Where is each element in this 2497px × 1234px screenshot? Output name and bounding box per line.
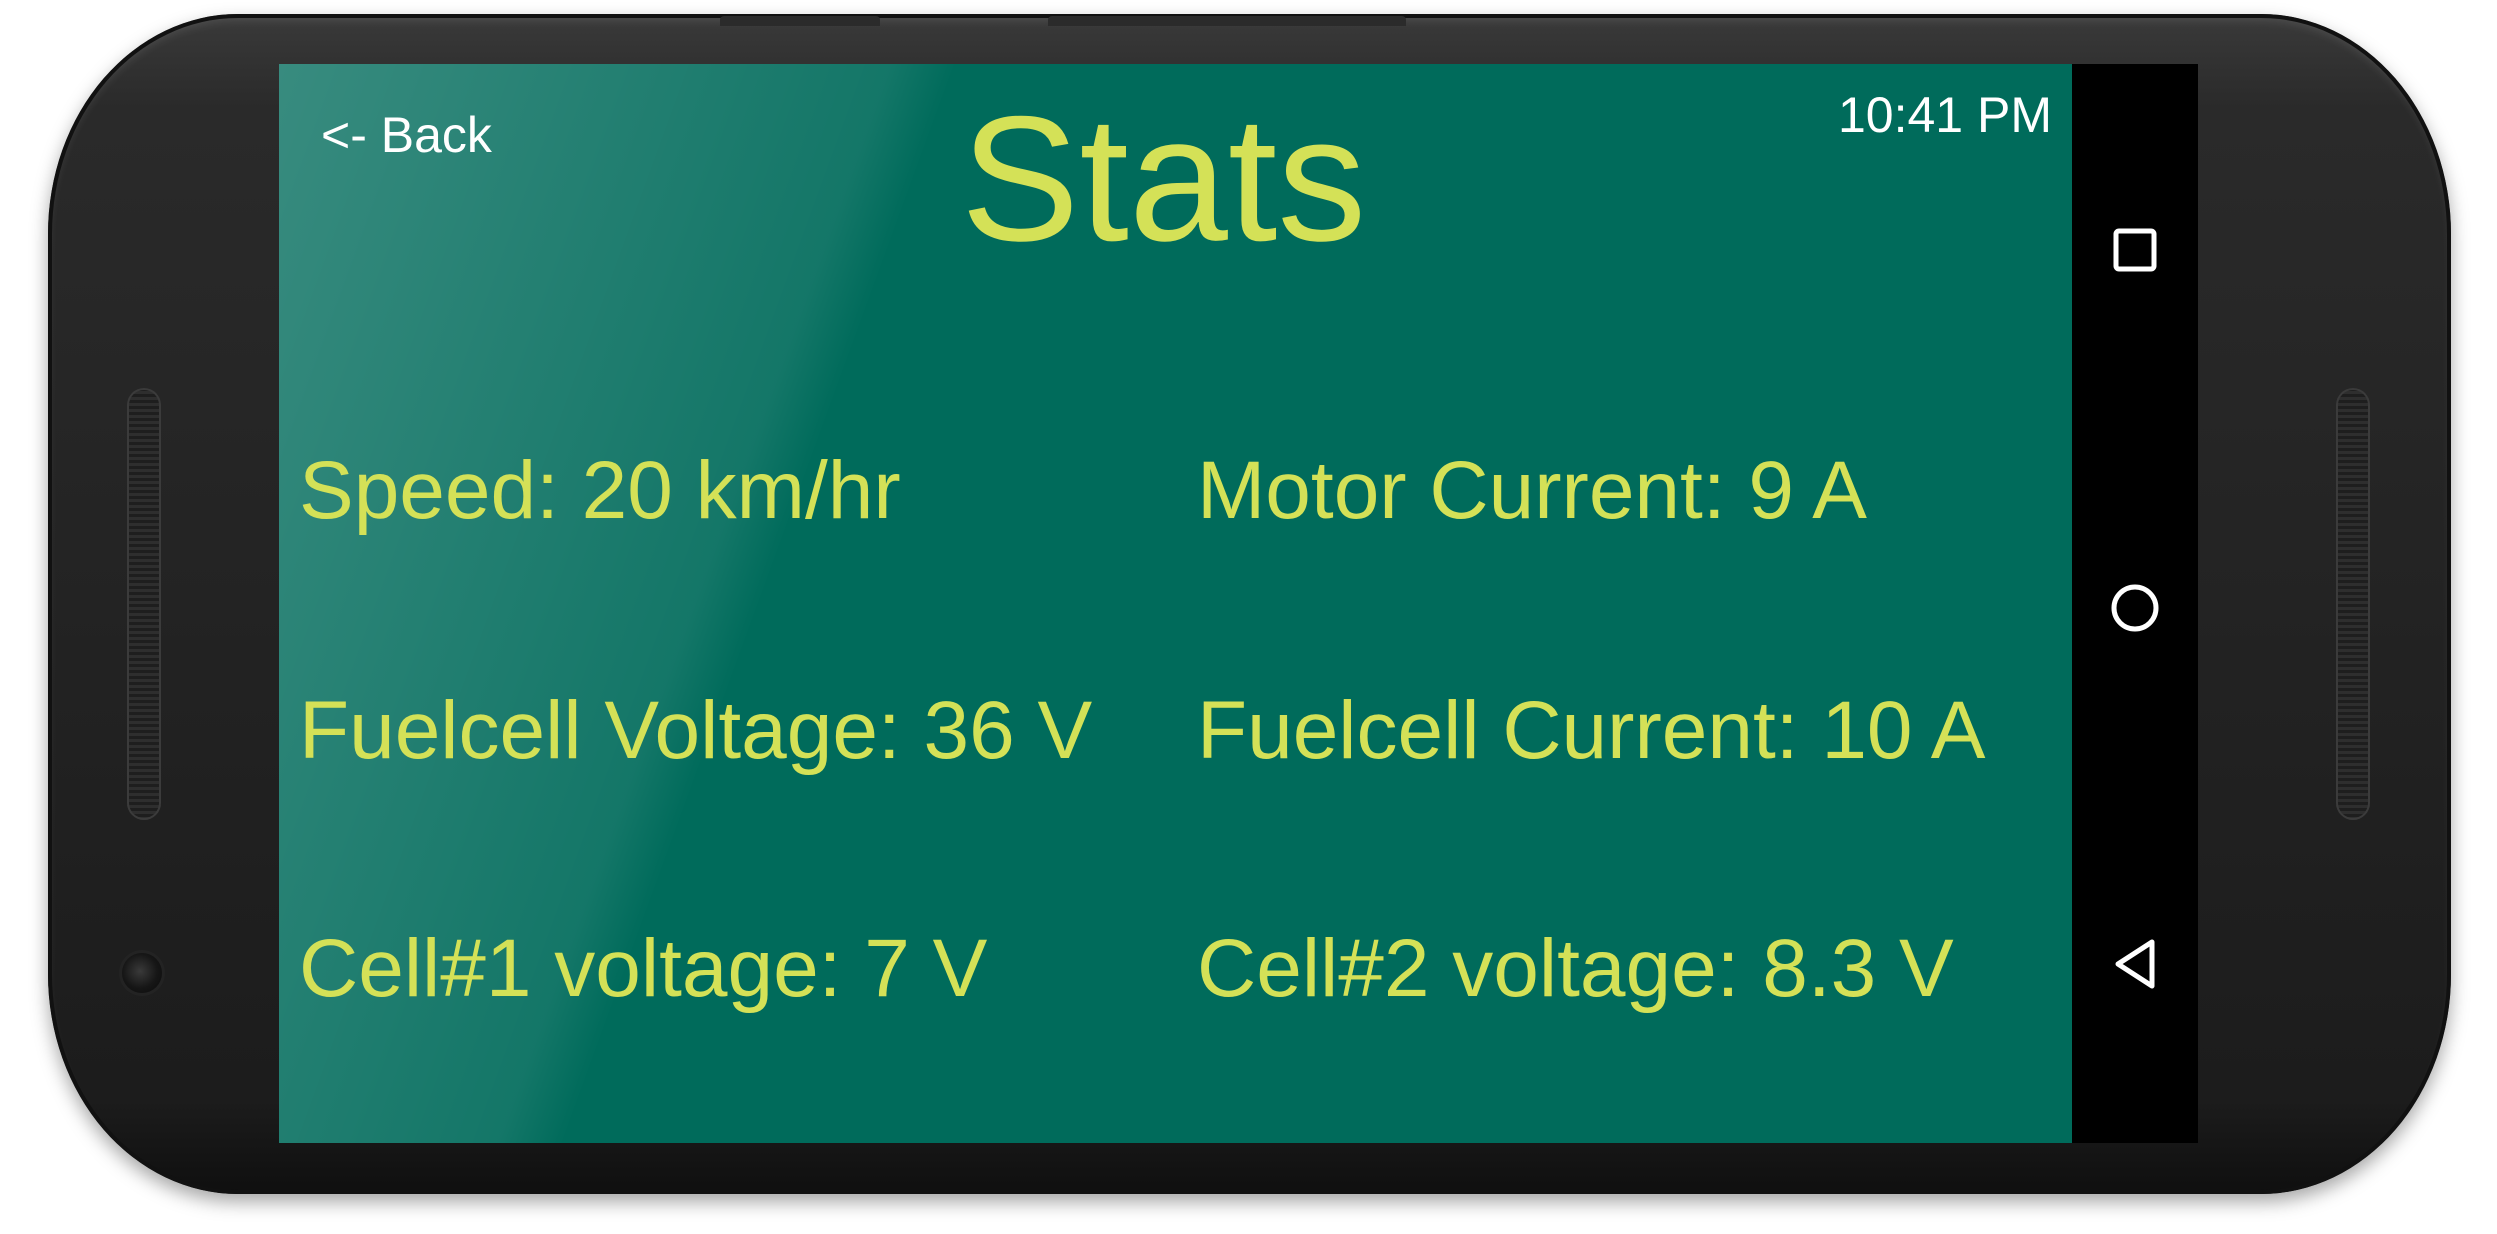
power-button (1048, 16, 1406, 26)
circle-home-icon (2111, 584, 2159, 632)
cell1-voltage-stat: Cell#1 voltage: 7 V (299, 923, 988, 1014)
triangle-back-icon (2115, 939, 2155, 989)
system-back-button[interactable] (2072, 904, 2198, 1024)
system-navigation-bar (2072, 64, 2198, 1143)
front-camera (122, 953, 162, 993)
speed-stat: Speed: 20 km/hr (299, 445, 901, 536)
device-stage: <- Back 10:41 PM Stats Speed: 20 km/hr M… (0, 0, 2497, 1234)
fuelcell-voltage-stat: Fuelcell Voltage: 36 V (299, 685, 1093, 776)
page-title: Stats (960, 79, 1367, 278)
recents-button[interactable] (2072, 190, 2198, 310)
front-speaker-right (2336, 388, 2370, 820)
app-screen: <- Back 10:41 PM Stats Speed: 20 km/hr M… (279, 64, 2072, 1143)
motor-current-stat: Motor Current: 9 A (1197, 445, 1867, 536)
fuelcell-current-stat: Fuelcell Current: 10 A (1197, 685, 1986, 776)
cell2-voltage-stat: Cell#2 voltage: 8.3 V (1197, 923, 1954, 1014)
front-speaker-left (127, 388, 161, 820)
volume-button (720, 16, 880, 26)
home-button[interactable] (2072, 548, 2198, 668)
square-recents-icon (2113, 228, 2157, 272)
